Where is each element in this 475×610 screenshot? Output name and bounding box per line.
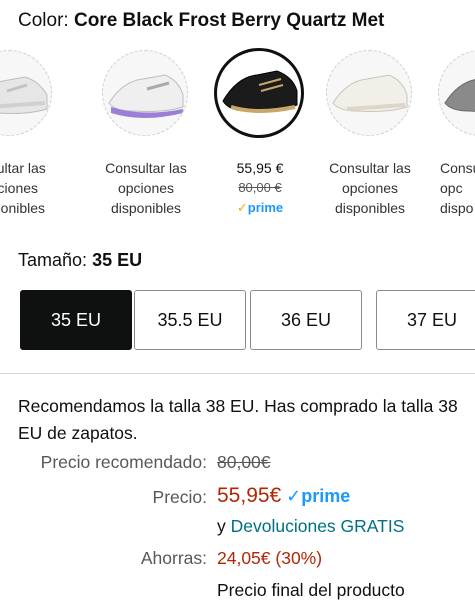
color-swatch-grey[interactable]: Consu opc dispo [412,48,475,218]
swatch-info: onsultar las opciones disponibles [0,158,80,218]
size-label: Tamaño: [18,250,88,270]
color-label: Color: [18,10,69,31]
returns-row: y Devoluciones GRATIS [0,516,475,546]
prime-check-icon: ✓ [236,200,248,215]
size-option-35-5[interactable]: 35.5 EU [134,290,246,350]
recommended-price-label: Precio recomendado: [40,452,207,472]
prime-text: prime [247,200,284,215]
section-divider [0,373,475,374]
swatch-text: opc [440,180,463,196]
color-value: Core Black Frost Berry Quartz Met [73,10,385,31]
size-option-35-selected[interactable]: 35 EU [20,290,132,350]
color-swatch-strip: onsultar las opciones disponibles Consul… [0,48,475,218]
color-row: Color: Core Black Frost Berry Quartz Met [18,10,384,32]
swatch-text: onsultar las [0,160,46,176]
product-options-page: Color: Core Black Frost Berry Quartz Met… [0,0,475,610]
price-label: Precio: [152,487,207,507]
size-label-row: Tamaño: 35 EU [18,250,142,271]
returns-prefix: y [217,516,231,536]
size-option-37[interactable]: 37 EU [376,290,475,350]
shoe-image [326,50,412,136]
price-row: Precio: 55,95€ ✓prime [0,484,475,514]
swatch-text: opciones [0,180,39,196]
prime-text: prime [301,486,351,506]
shoe-image [438,50,475,136]
free-returns-link[interactable]: Devoluciones GRATIS [231,516,405,536]
size-option-36[interactable]: 36 EU [250,290,362,350]
recommended-price-row: Precio recomendado: 80,00€ [0,452,475,482]
shoe-image [102,50,188,136]
size-selected-value: 35 EU [92,250,143,270]
savings-label: Ahorras: [140,548,207,568]
recommended-price-value: 80,00€ [217,452,271,472]
returns-text: y Devoluciones GRATIS [217,516,404,537]
swatch-info: Consu opc dispo [412,158,475,218]
price-value-group: 55,95€ ✓prime [217,484,350,508]
prime-badge: ✓prime [286,486,350,506]
swatch-text: Consu [440,160,475,176]
swatch-text: disponibles [0,200,46,216]
swatch-text: dispo [440,200,474,216]
shoe-image [214,48,304,138]
prime-check-icon: ✓ [286,486,302,506]
color-swatch-white-grey[interactable]: onsultar las opciones disponibles [0,48,80,218]
price-value: 55,95€ [217,484,282,507]
final-price-note: Precio final del producto [217,580,405,600]
savings-value: 24,05€ (30%) [217,548,323,568]
shoe-image [0,50,52,136]
size-recommendation: Recomendamos la talla 38 EU. Has comprad… [18,396,458,443]
savings-row: Ahorras: 24,05€ (30%) [0,548,475,578]
final-price-note-row: Precio final del producto [0,580,475,610]
